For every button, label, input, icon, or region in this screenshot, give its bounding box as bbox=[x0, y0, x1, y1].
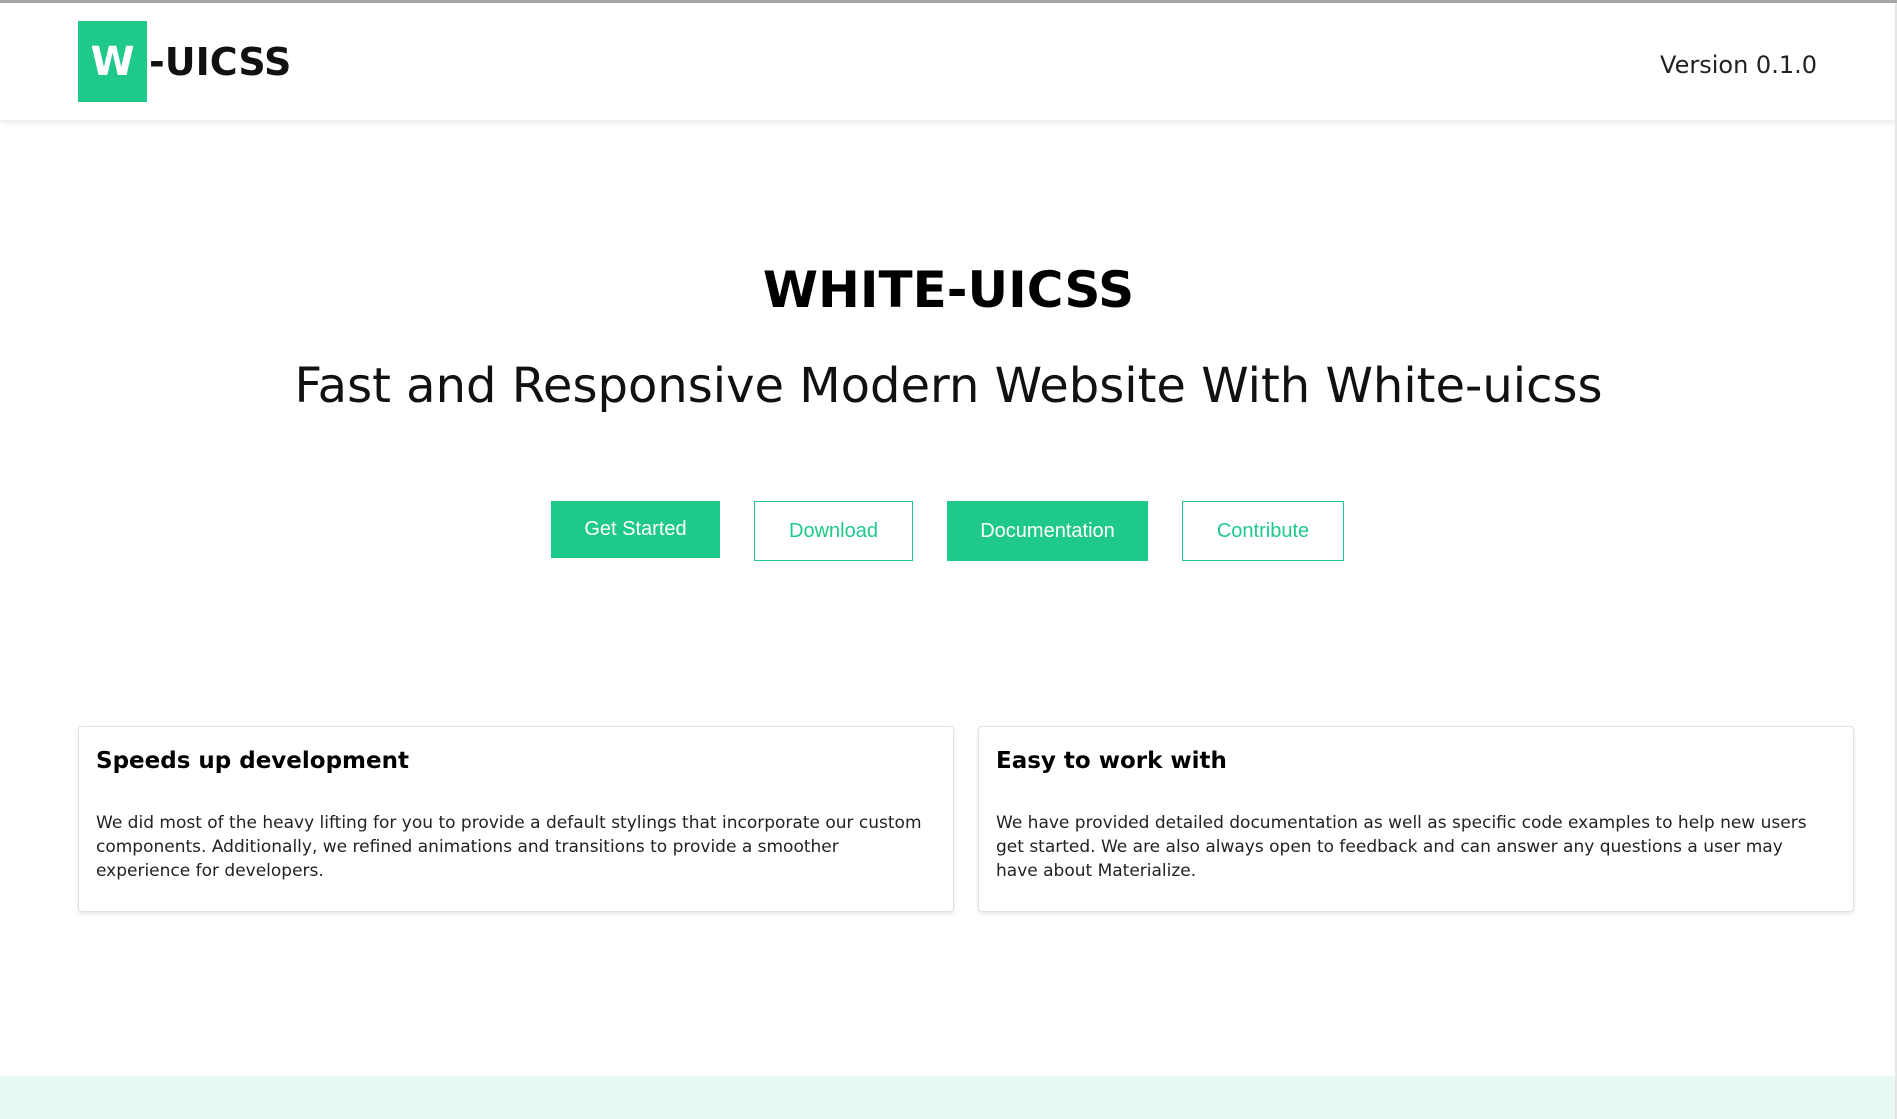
feature-card: Speeds up development We did most of the… bbox=[78, 726, 954, 912]
card-body: We have provided detailed documentation … bbox=[996, 813, 1807, 881]
logo-mark: W bbox=[78, 21, 147, 102]
page: W -UICSS Version 0.1.0 WHITE-UICSS Fast … bbox=[0, 0, 1897, 1119]
hero-title: WHITE-UICSS bbox=[762, 261, 1135, 319]
card-title: Speeds up development bbox=[96, 748, 409, 774]
footer bbox=[0, 1076, 1897, 1119]
logo[interactable]: W -UICSS bbox=[78, 21, 291, 102]
card-body: We did most of the heavy lifting for you… bbox=[96, 813, 922, 881]
get-started-button[interactable]: Get Started bbox=[551, 501, 720, 558]
version-label: Version 0.1.0 bbox=[1660, 51, 1817, 79]
hero-subtitle: Fast and Responsive Modern Website With … bbox=[294, 358, 1603, 414]
logo-text: -UICSS bbox=[149, 39, 292, 84]
logo-letter: W bbox=[90, 38, 135, 85]
card-title: Easy to work with bbox=[996, 748, 1227, 774]
download-button[interactable]: Download bbox=[754, 501, 913, 561]
feature-card: Easy to work with We have provided detai… bbox=[978, 726, 1854, 912]
navbar: W -UICSS Version 0.1.0 bbox=[0, 3, 1897, 121]
contribute-button[interactable]: Contribute bbox=[1182, 501, 1344, 561]
documentation-button[interactable]: Documentation bbox=[947, 501, 1148, 561]
